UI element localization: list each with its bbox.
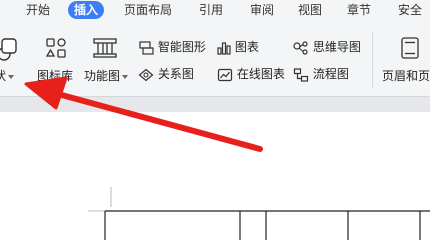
annotation-arrow-icon <box>24 76 263 152</box>
